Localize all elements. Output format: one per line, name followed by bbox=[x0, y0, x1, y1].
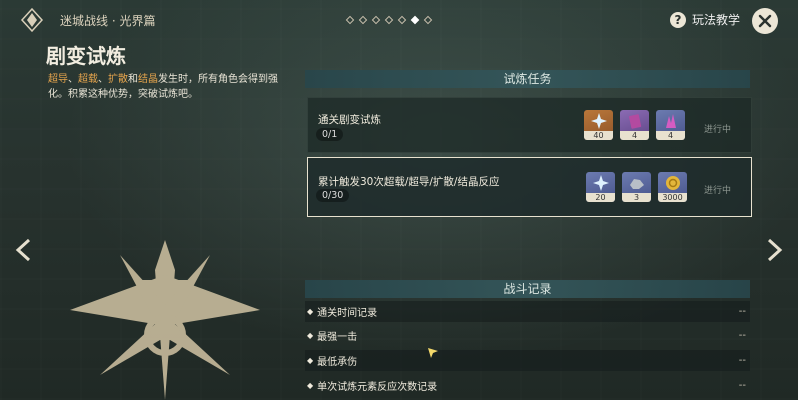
help-button[interactable]: ? 玩法教学 bbox=[670, 11, 740, 28]
page-indicator bbox=[345, 14, 433, 26]
reward-count: 3000 bbox=[658, 193, 687, 202]
task-progress: 0/30 bbox=[316, 189, 350, 202]
reward-item[interactable]: 20 bbox=[586, 172, 615, 202]
record-row: ◆ 单次试炼元素反应次数记录 -- bbox=[305, 375, 750, 396]
record-row: ◆ 最低承伤 -- bbox=[305, 350, 750, 371]
top-bar: 迷城战线 · 光界篇 ? 玩法教学 bbox=[0, 0, 798, 40]
primogem-icon bbox=[584, 110, 613, 131]
reward-count: 3 bbox=[622, 193, 651, 202]
reaction-superconduct: 超导 bbox=[48, 74, 68, 85]
chevron-right-icon bbox=[767, 238, 783, 262]
diamond-bullet-icon: ◆ bbox=[307, 381, 314, 390]
task-name: 累计触发30次超载/超导/扩散/结晶反应 bbox=[318, 176, 500, 188]
breadcrumb: 迷城战线 · 光界篇 bbox=[60, 14, 156, 28]
task-name: 通关剧变试炼 bbox=[318, 114, 381, 126]
separator: 、 bbox=[98, 74, 108, 85]
chevron-left-icon bbox=[15, 238, 31, 262]
task-progress: 0/1 bbox=[316, 128, 344, 141]
event-description: 超导、超载、扩散和结晶发生时，所有角色会得到强化。积累这种优势，突破试炼吧。 bbox=[48, 72, 293, 102]
tasks-section-header: 试炼任务 bbox=[305, 70, 750, 88]
event-logo-icon bbox=[20, 8, 44, 32]
reaction-crystallize: 结晶 bbox=[138, 74, 158, 85]
next-page-button[interactable] bbox=[764, 238, 784, 262]
crystal-icon bbox=[656, 110, 685, 131]
help-label: 玩法教学 bbox=[692, 13, 741, 27]
record-label: 最强一击 bbox=[317, 332, 358, 343]
purple-book-icon bbox=[620, 110, 649, 131]
page-dot[interactable] bbox=[371, 15, 381, 25]
page-dot[interactable] bbox=[397, 15, 407, 25]
diamond-bullet-icon: ◆ bbox=[307, 331, 314, 340]
record-label: 通关时间记录 bbox=[317, 308, 378, 319]
reward-item[interactable]: 3 bbox=[622, 172, 651, 202]
close-icon bbox=[758, 14, 772, 28]
task-card-selected[interactable]: 累计触发30次超载/超导/扩散/结晶反应 0/30 20 3 3000 进行中 bbox=[307, 157, 752, 217]
record-value: -- bbox=[738, 330, 746, 341]
primogem-icon bbox=[586, 172, 615, 193]
reward-count: 4 bbox=[620, 131, 649, 140]
reward-item[interactable]: 3000 bbox=[658, 172, 687, 202]
cursor-icon bbox=[428, 348, 438, 358]
reward-count: 20 bbox=[586, 193, 615, 202]
page-dot[interactable] bbox=[358, 15, 368, 25]
page-dot[interactable] bbox=[345, 15, 355, 25]
question-icon: ? bbox=[670, 11, 686, 28]
close-button[interactable] bbox=[752, 8, 778, 34]
reaction-swirl: 扩散 bbox=[108, 74, 128, 85]
records-section-header: 战斗记录 bbox=[305, 280, 750, 298]
page-dot[interactable] bbox=[423, 15, 433, 25]
page-dot-active[interactable] bbox=[410, 15, 420, 25]
task-status: 进行中 bbox=[704, 125, 732, 135]
mora-icon bbox=[658, 172, 687, 193]
reward-item[interactable]: 4 bbox=[656, 110, 685, 140]
record-row: ◆ 通关时间记录 -- bbox=[305, 301, 750, 322]
record-value: -- bbox=[738, 355, 746, 366]
reward-item[interactable]: 40 bbox=[584, 110, 613, 140]
previous-page-button[interactable] bbox=[14, 238, 34, 262]
reward-count: 4 bbox=[656, 131, 685, 140]
diamond-bullet-icon: ◆ bbox=[307, 307, 314, 316]
record-label: 单次试炼元素反应次数记录 bbox=[317, 382, 438, 393]
separator: 、 bbox=[68, 74, 78, 85]
record-row: ◆ 最强一击 -- bbox=[305, 325, 750, 346]
reward-item[interactable]: 4 bbox=[620, 110, 649, 140]
sword-emblem-icon bbox=[70, 240, 260, 400]
task-status: 进行中 bbox=[704, 186, 732, 196]
record-value: -- bbox=[738, 380, 746, 391]
conjunction: 和 bbox=[128, 74, 138, 85]
record-label: 最低承伤 bbox=[317, 357, 358, 368]
page-dot[interactable] bbox=[384, 15, 394, 25]
reward-count: 40 bbox=[584, 131, 613, 140]
page-title: 剧变试炼 bbox=[46, 44, 126, 68]
reaction-overloaded: 超载 bbox=[78, 74, 98, 85]
ore-icon bbox=[622, 172, 651, 193]
diamond-bullet-icon: ◆ bbox=[307, 356, 314, 365]
task-card[interactable]: 通关剧变试炼 0/1 40 4 4 进行中 bbox=[307, 97, 752, 153]
record-value: -- bbox=[738, 306, 746, 317]
